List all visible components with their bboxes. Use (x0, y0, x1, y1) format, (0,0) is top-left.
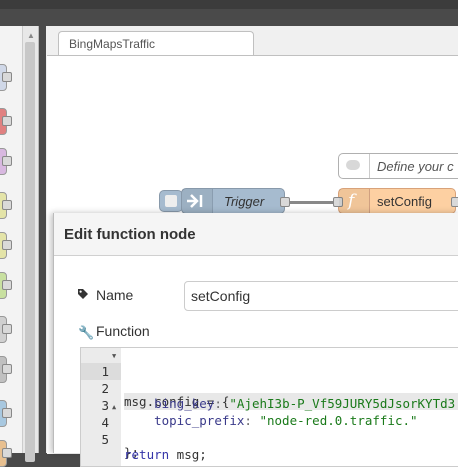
code-line[interactable]: 3 topic_prefix: "node-red.0.traffic." (81, 382, 458, 428)
palette-node-port (2, 364, 12, 374)
palette-node[interactable] (0, 232, 12, 259)
fold-up-icon[interactable]: ▲ (112, 399, 116, 416)
palette-node[interactable] (0, 192, 12, 219)
comment-node-label: Define your c (377, 159, 454, 174)
palette-node-port (2, 200, 12, 210)
top-bar (0, 0, 458, 9)
palette-node[interactable] (0, 108, 12, 135)
code-line[interactable]: 4 ▲ }; (81, 399, 458, 460)
node-palette: ▲ (0, 26, 39, 467)
code-editor[interactable]: 1 ▼ msg.config = { 2 bing_key: "AjehI3b-… (80, 347, 458, 467)
palette-node-port (2, 116, 12, 126)
palette-node-port (2, 324, 12, 334)
tag-icon (78, 289, 88, 299)
palette-node[interactable] (0, 64, 12, 91)
code-line[interactable]: 5 return msg; (81, 416, 458, 462)
code-line[interactable]: 1 ▼ msg.config = { (81, 348, 458, 410)
line-number: 5 (101, 432, 109, 447)
palette-node-port (2, 72, 12, 82)
palette-node-port (2, 240, 12, 250)
palette-node-port (2, 280, 12, 290)
dialog-title: Edit function node (64, 226, 196, 243)
code-line-5: msg; (169, 447, 207, 462)
comment-icon (339, 154, 370, 178)
tab-bingmapstraffic[interactable]: BingMapsTraffic (58, 31, 254, 55)
trigger-node-label: Trigger (224, 194, 265, 209)
flow-wire[interactable] (289, 201, 336, 204)
palette-node[interactable] (0, 400, 12, 427)
name-label: Name (96, 287, 134, 303)
edit-function-dialog: Edit function node Name 🔧 Function 1 ▼ m… (53, 213, 458, 467)
palette-node-port (2, 156, 12, 166)
code-text: return msg; (124, 446, 458, 463)
name-input[interactable] (184, 281, 458, 311)
function-node-label: setConfig (377, 194, 432, 209)
function-label: Function (96, 323, 150, 339)
fold-down-icon[interactable]: ▼ (112, 348, 116, 365)
dialog-header: Edit function node (54, 213, 458, 256)
code-keyword: return (124, 447, 170, 462)
palette-scrollbar[interactable]: ▲ (22, 26, 38, 462)
function-icon: f (339, 189, 370, 213)
code-line[interactable]: 2 bing_key: "AjehI3b-P_Vf59JURY5dJsorKYT… (81, 365, 458, 411)
palette-node[interactable] (0, 316, 12, 343)
palette-node-port (2, 408, 12, 418)
palette-node[interactable] (0, 440, 12, 467)
wrench-icon: 🔧 (78, 325, 95, 340)
trigger-node[interactable]: Trigger (181, 188, 290, 214)
palette-node[interactable] (0, 272, 12, 299)
arrow-in-icon (182, 189, 213, 213)
palette-scrollbar-thumb[interactable] (25, 42, 35, 462)
comment-node[interactable]: Define your c (338, 153, 458, 179)
palette-node[interactable] (0, 148, 12, 175)
palette-node-port (2, 448, 12, 458)
palette-node[interactable] (0, 356, 12, 383)
function-output-port[interactable] (451, 197, 458, 207)
inject-trigger-button[interactable] (159, 190, 183, 212)
setconfig-function-node[interactable]: f setConfig (333, 188, 458, 214)
scroll-up-icon[interactable]: ▲ (27, 31, 35, 40)
